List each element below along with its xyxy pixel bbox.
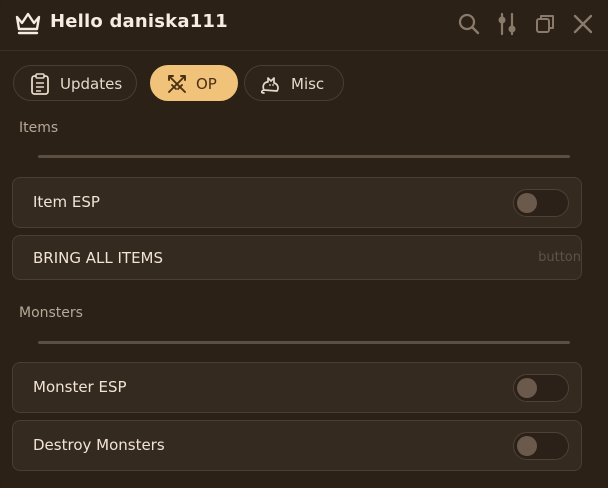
item-esp-label: Item ESP [33, 193, 100, 211]
window-title: Hello daniska111 [50, 11, 228, 32]
clipboard-icon [31, 73, 49, 95]
crossed-swords-icon [168, 75, 186, 93]
toggle-knob [517, 436, 537, 456]
section-label-monsters: Monsters [19, 305, 83, 321]
section-label-items: Items [19, 120, 59, 136]
tab-label: OP [196, 75, 217, 93]
app-window: Hello daniska111 Updates OP Misc Items I… [0, 0, 608, 488]
item-esp-toggle[interactable] [513, 189, 569, 217]
title-bar: Hello daniska111 [0, 0, 608, 51]
tab-misc[interactable]: Misc [244, 65, 344, 101]
monster-esp-label: Monster ESP [33, 378, 127, 396]
search-icon[interactable] [456, 11, 482, 37]
section-divider [38, 341, 570, 344]
bring-all-items-label: BRING ALL ITEMS [33, 249, 164, 267]
section-divider [38, 155, 570, 158]
destroy-monsters-toggle[interactable] [513, 432, 569, 460]
destroy-monsters-row[interactable]: Destroy Monsters [12, 420, 582, 471]
monster-esp-row[interactable]: Monster ESP [12, 362, 582, 413]
item-esp-row[interactable]: Item ESP [12, 177, 582, 228]
close-icon[interactable] [570, 11, 596, 37]
toggle-knob [517, 378, 537, 398]
crown-icon [15, 12, 41, 35]
sliders-icon[interactable] [494, 11, 520, 37]
monster-esp-toggle[interactable] [513, 374, 569, 402]
copy-icon[interactable] [532, 11, 558, 37]
tab-updates[interactable]: Updates [13, 65, 137, 101]
button-hint: button [538, 250, 581, 265]
cat-icon [260, 77, 279, 94]
toggle-knob [517, 193, 537, 213]
tab-label: Misc [291, 75, 325, 93]
tab-label: Updates [60, 75, 123, 93]
tab-op[interactable]: OP [150, 65, 238, 101]
bring-all-items-button[interactable]: BRING ALL ITEMS button [12, 235, 582, 280]
destroy-monsters-label: Destroy Monsters [33, 436, 165, 454]
